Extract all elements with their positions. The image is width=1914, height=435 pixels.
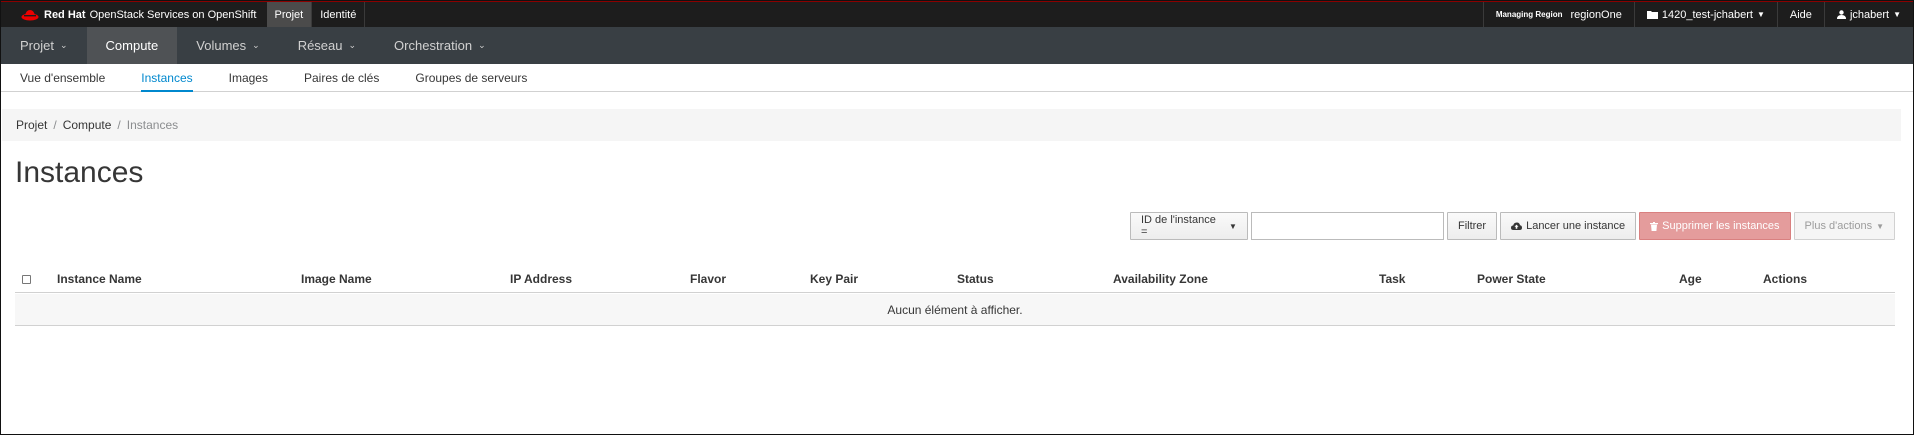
nav-item-reseau[interactable]: Réseau ⌄ [279, 27, 375, 64]
col-actions: Actions [1763, 272, 1808, 286]
table-actions: ID de l'instance = ▼ Filtrer Lancer une … [1127, 212, 1895, 240]
instances-table: Instance Name Image Name IP Address Flav… [15, 265, 1895, 326]
main-nav: Projet ⌄ Compute Volumes ⌄ Réseau ⌄ Orchest… [1, 27, 1913, 64]
user-icon [1836, 10, 1846, 19]
region-selector[interactable]: Managing Region regionOne [1482, 2, 1634, 27]
tab-paires-de-cles[interactable]: Paires de clés [304, 64, 379, 91]
filter-search-input[interactable] [1250, 212, 1444, 240]
breadcrumb: Projet / Compute / Instances [2, 109, 1901, 141]
tab-images[interactable]: Images [229, 64, 268, 91]
nav-item-compute[interactable]: Compute [86, 27, 178, 64]
nav-item-projet[interactable]: Projet ⌄ [1, 27, 87, 64]
col-task[interactable]: Task [1379, 265, 1405, 293]
col-status[interactable]: Status [957, 265, 994, 293]
tab-label: Vue d'ensemble [20, 70, 106, 85]
brand[interactable]: Red Hat OpenStack Services on OpenShift [1, 2, 267, 27]
chevron-down-icon: ⌄ [348, 40, 357, 50]
select-all-checkbox[interactable] [22, 274, 31, 284]
table-header: Instance Name Image Name IP Address Flav… [15, 265, 1895, 293]
tab-label: Groupes de serveurs [415, 70, 528, 85]
region-value: regionOne [1570, 8, 1622, 21]
nav-item-label: Orchestration [394, 38, 473, 53]
nav-item-volumes[interactable]: Volumes ⌄ [177, 27, 278, 64]
col-ip-address[interactable]: IP Address [510, 265, 572, 293]
col-instance-name[interactable]: Instance Name [57, 265, 142, 293]
filter-field-label: ID de l'instance = [1140, 214, 1216, 238]
table-empty-row: Aucun élément à afficher. [15, 294, 1895, 326]
nav-item-label: Volumes [196, 38, 247, 53]
red-hat-logo-icon [21, 9, 39, 20]
brand-product: OpenStack Services on OpenShift [89, 8, 257, 21]
more-actions-dropdown[interactable]: Plus d'actions ▼ [1793, 212, 1895, 240]
col-availability-zone[interactable]: Availability Zone [1113, 265, 1208, 293]
select-all-checkbox-cell [22, 265, 31, 293]
tab-vue-ensemble[interactable]: Vue d'ensemble [20, 64, 105, 91]
top-tab-projet[interactable]: Projet [266, 2, 313, 27]
launch-instance-button[interactable]: Lancer une instance [1500, 212, 1637, 240]
col-flavor[interactable]: Flavor [690, 265, 726, 293]
filter-field-dropdown[interactable]: ID de l'instance = ▼ [1129, 212, 1248, 240]
nav-item-orchestration[interactable]: Orchestration ⌄ [375, 27, 505, 64]
tab-label: Paires de clés [303, 70, 380, 85]
breadcrumb-projet[interactable]: Projet [16, 118, 47, 132]
col-key-pair[interactable]: Key Pair [810, 265, 858, 293]
trash-icon [1650, 221, 1659, 231]
top-tab-label: Identité [320, 8, 357, 21]
user-menu[interactable]: jchabert ▼ [1823, 2, 1913, 27]
breadcrumb-separator: / [117, 118, 121, 132]
top-right-menu: Managing Region regionOne 1420_test-jcha… [1482, 2, 1913, 27]
nav-item-label: Compute [105, 38, 159, 53]
nav-item-label: Réseau [297, 38, 343, 53]
nav-item-label: Projet [20, 38, 54, 53]
top-tab-label: Projet [274, 8, 304, 21]
chevron-down-icon: ⌄ [478, 40, 486, 50]
col-age[interactable]: Age [1679, 265, 1702, 293]
project-selector-label: 1420_test-jchabert [1661, 8, 1753, 21]
folder-icon [1646, 11, 1658, 19]
tab-instances[interactable]: Instances [141, 64, 194, 92]
chevron-down-icon: ⌄ [59, 40, 68, 50]
chevron-down-icon: ▼ [1756, 10, 1765, 19]
delete-instances-label: Supprimer les instances [1662, 220, 1780, 232]
brand-name: Red Hat [44, 8, 86, 21]
empty-message: Aucun élément à afficher. [887, 302, 1023, 317]
breadcrumb-compute[interactable]: Compute [63, 118, 112, 132]
project-selector[interactable]: 1420_test-jchabert ▼ [1633, 2, 1777, 27]
breadcrumb-separator: / [53, 118, 57, 132]
col-power-state[interactable]: Power State [1477, 265, 1546, 293]
page-title: Instances [15, 156, 144, 189]
caret-down-icon: ▼ [1229, 221, 1237, 231]
user-label: jchabert [1849, 8, 1890, 21]
filter-button[interactable]: Filtrer [1446, 212, 1498, 240]
top-bar: Red Hat OpenStack Services on OpenShift … [1, 1, 1913, 27]
delete-instances-button[interactable]: Supprimer les instances [1639, 212, 1791, 240]
caret-down-icon: ▼ [1876, 221, 1884, 231]
chevron-down-icon: ▼ [1893, 10, 1901, 19]
breadcrumb-current: Instances [126, 118, 179, 132]
cloud-upload-icon [1511, 222, 1523, 230]
tab-label: Instances [141, 70, 193, 85]
more-actions-label: Plus d'actions [1804, 220, 1873, 232]
sub-nav: Vue d'ensemble Instances Images Paires d… [1, 64, 1913, 92]
chevron-down-icon: ⌄ [252, 40, 260, 50]
region-label: Managing Region [1495, 10, 1563, 19]
top-tab-identite[interactable]: Identité [312, 2, 366, 27]
tab-groupes-de-serveurs[interactable]: Groupes de serveurs [415, 64, 527, 91]
help-link[interactable]: Aide [1776, 2, 1824, 27]
help-label: Aide [1789, 8, 1812, 21]
col-image-name[interactable]: Image Name [301, 265, 372, 293]
tab-label: Images [228, 70, 268, 85]
filter-button-label: Filtrer [1457, 220, 1487, 232]
launch-instance-label: Lancer une instance [1526, 220, 1626, 232]
